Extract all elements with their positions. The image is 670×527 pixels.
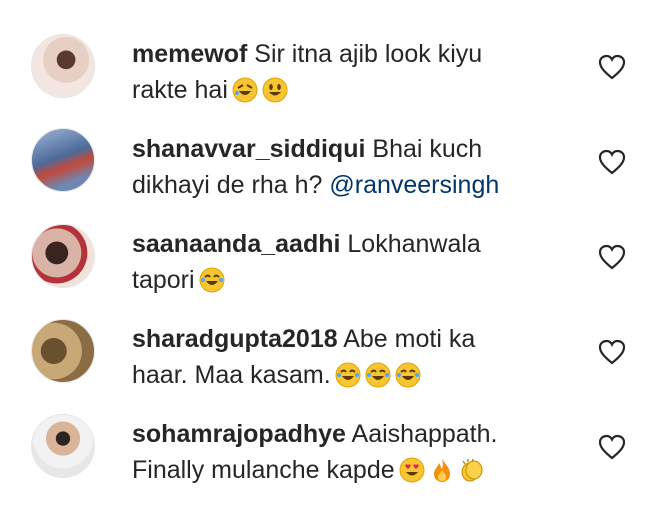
mention-link[interactable]: @ranveersingh [329,171,499,199]
like-heart-icon[interactable] [598,244,626,270]
avatar[interactable] [31,34,95,98]
comment-body-line2: dikhayi de rha h? [132,171,323,199]
comment-text: sharadgupta2018 Abe moti ka haar. Maa ka… [132,321,562,393]
comment-text: shanavvar_siddiqui Bhai kuch dikhayi de … [132,131,562,203]
tears-of-joy-emoji [199,267,225,293]
like-heart-icon[interactable] [598,54,626,80]
comment-text: memewof Sir itna ajib look kiyu rakte ha… [132,36,562,108]
clapping-hands-emoji [461,458,483,482]
comment-username[interactable]: sohamrajopadhye [132,420,346,448]
like-heart-icon[interactable] [598,339,626,365]
comment-body: Aaishappath. [351,420,498,448]
rolling-laughing-emoji [232,77,258,103]
comment-username[interactable]: memewof [132,40,247,68]
tears-of-joy-emoji [395,362,421,388]
comment-body: Abe moti ka [343,325,476,353]
like-heart-icon[interactable] [598,434,626,460]
avatar[interactable] [31,128,95,192]
tears-of-joy-emoji [335,362,361,388]
comment-username[interactable]: saanaanda_aadhi [132,230,340,258]
comment-body-line2: tapori [132,266,195,294]
comment-item: memewof Sir itna ajib look kiyu rakte ha… [0,20,670,115]
comment-body-line2: rakte hai [132,76,228,104]
tears-of-joy-emoji [365,362,391,388]
comment-body-line2: haar. Maa kasam. [132,361,331,389]
grinning-emoji [262,77,288,103]
comment-body: Lokhanwala [347,230,481,258]
comment-username[interactable]: shanavvar_siddiqui [132,135,365,163]
heart-eyes-emoji [399,457,425,483]
comment-text: saanaanda_aadhi Lokhanwala tapori [132,226,562,298]
comment-item: saanaanda_aadhi Lokhanwala tapori [0,210,670,305]
comment-item: sohamrajopadhye Aaishappath. Finally mul… [0,400,670,495]
comment-username[interactable]: sharadgupta2018 [132,325,338,353]
avatar[interactable] [31,414,95,478]
like-heart-icon[interactable] [598,149,626,175]
avatar[interactable] [31,224,95,288]
avatar[interactable] [31,319,95,383]
comment-item: shanavvar_siddiqui Bhai kuch dikhayi de … [0,115,670,210]
fire-emoji [433,459,450,482]
comment-body-line2: Finally mulanche kapde [132,456,395,484]
comment-item: sharadgupta2018 Abe moti ka haar. Maa ka… [0,305,670,400]
comment-text: sohamrajopadhye Aaishappath. Finally mul… [132,416,562,488]
comment-body: Bhai kuch [372,135,483,163]
comment-body: Sir itna ajib look kiyu [254,40,483,68]
